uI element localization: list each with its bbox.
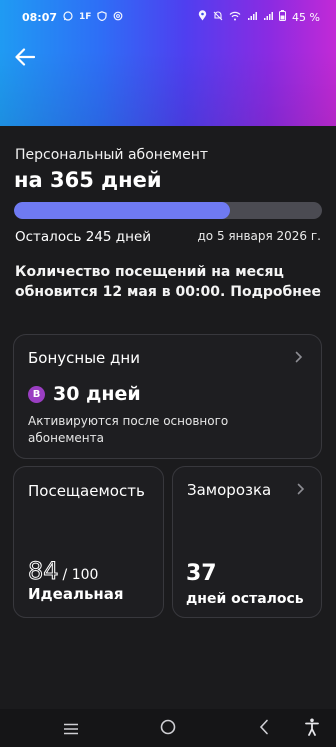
- bonus-badge-icon: B: [28, 385, 45, 403]
- arrow-left-icon: [15, 48, 36, 70]
- shield-icon: [97, 10, 108, 24]
- recent-apps-icon: [63, 720, 79, 739]
- chevron-right-icon: [295, 349, 303, 367]
- battery-icon: [279, 10, 287, 24]
- mute-icon: [213, 11, 223, 24]
- nav-back-button[interactable]: [252, 717, 276, 741]
- accessibility-icon: [305, 718, 319, 740]
- expiry-date: до 5 января 2026 г.: [197, 229, 321, 243]
- attendance-card[interactable]: Посещаемость 84 / 100 Идеальная: [13, 466, 164, 618]
- home-icon: [160, 719, 176, 739]
- days-remaining: Осталось 245 дней: [15, 229, 152, 245]
- attendance-max: / 100: [62, 567, 99, 583]
- system-nav-bar: [0, 709, 336, 747]
- freeze-value: 37: [186, 561, 217, 586]
- 1f-icon: 1F: [79, 12, 92, 22]
- visits-notice[interactable]: Количество посещений на месяц обновится …: [15, 262, 325, 302]
- bonus-note: Активируются после основного абонемента: [28, 414, 229, 445]
- threads-icon: [113, 11, 123, 24]
- signal-icon-2: [263, 11, 274, 24]
- attendance-label: Идеальная: [28, 585, 124, 603]
- status-time: 08:07: [22, 10, 58, 24]
- signal-icon: [247, 11, 258, 24]
- home-button[interactable]: [156, 717, 180, 741]
- attendance-score: 84: [28, 557, 60, 586]
- bonus-title: Бонусные дни: [28, 349, 140, 367]
- freeze-card[interactable]: Заморозка 37 дней осталось: [172, 466, 322, 618]
- status-bar: 08:07 1F 45 %: [0, 0, 336, 34]
- chevron-right-icon: [297, 481, 305, 499]
- back-icon: [259, 719, 269, 739]
- back-button[interactable]: [12, 46, 38, 72]
- attendance-title: Посещаемость: [28, 482, 145, 500]
- subscription-progress: [14, 202, 322, 219]
- freeze-title: Заморозка: [187, 481, 272, 499]
- recent-apps-button[interactable]: [59, 717, 83, 741]
- battery-level: 45 %: [292, 10, 320, 24]
- freeze-label: дней осталось: [186, 591, 304, 607]
- accessibility-button[interactable]: [300, 717, 324, 741]
- subscription-subtitle: Персональный абонемент: [15, 147, 209, 163]
- bonus-value: 30 дней: [53, 383, 141, 405]
- whatsapp-icon: [63, 10, 73, 24]
- wifi-icon: [229, 11, 241, 24]
- location-icon: [198, 10, 207, 24]
- subscription-title: на 365 дней: [14, 168, 162, 192]
- bonus-days-card[interactable]: Бонусные дни B 30 дней Активируются посл…: [13, 334, 322, 459]
- progress-fill: [14, 202, 230, 219]
